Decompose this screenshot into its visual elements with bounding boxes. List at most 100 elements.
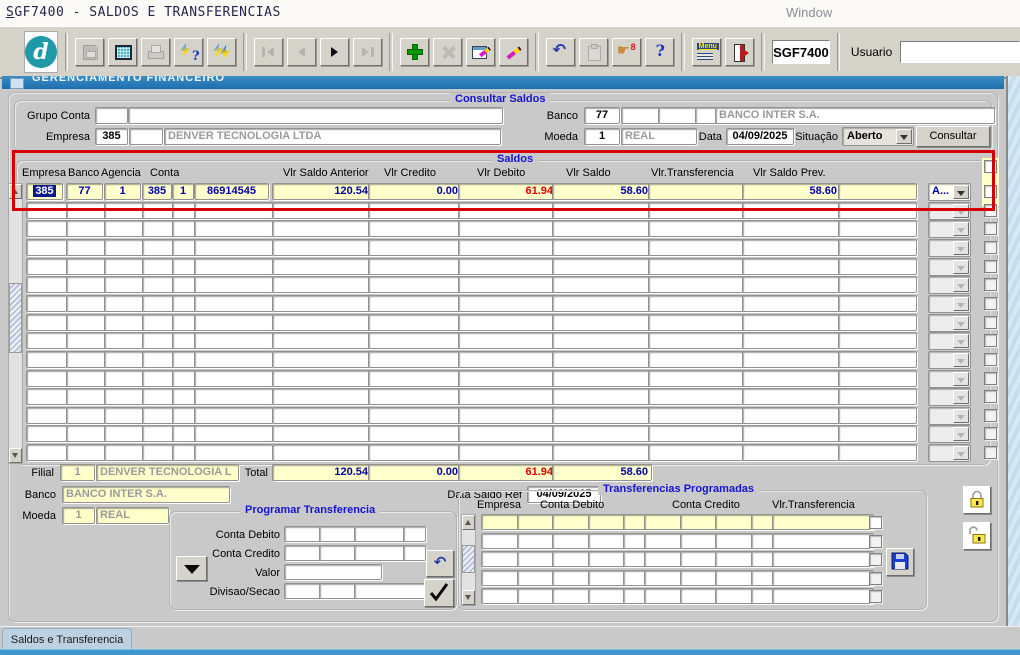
pt-divisao-3[interactable] — [354, 583, 426, 599]
saldos-cell-banco[interactable] — [66, 388, 107, 405]
grupo-conta-code-field[interactable] — [95, 107, 128, 124]
grid-header-checkbox[interactable] — [984, 160, 997, 173]
saldos-cell-empresa[interactable] — [26, 351, 67, 368]
saldos-cell-vlr_credito[interactable] — [368, 202, 462, 219]
saldos-cell-vlr_saldo[interactable]: 58.60 — [552, 183, 652, 200]
chevron-down-icon[interactable] — [953, 353, 969, 367]
saldos-cell-vlr_saldo[interactable] — [552, 351, 652, 368]
pt-conta-credito-1[interactable] — [284, 545, 322, 561]
saldos-cell-banco[interactable] — [66, 220, 107, 237]
tp-cell-conta-debito-2[interactable] — [552, 514, 590, 530]
tp-cell-conta-credito-2[interactable] — [680, 514, 718, 530]
footer-moeda-code-field[interactable]: 1 — [62, 507, 95, 524]
saldos-cell-vlr_debito[interactable] — [458, 314, 557, 331]
saldos-row-checkbox[interactable] — [984, 316, 997, 329]
saldos-cell-vlr_credito[interactable] — [368, 370, 462, 387]
saldos-cell-vlr_saldo[interactable] — [552, 276, 652, 293]
saldos-cell-vlr_saldo_anterior[interactable] — [272, 239, 372, 256]
saldos-cell-conta_banco[interactable] — [142, 314, 176, 331]
saldos-cell-empresa[interactable] — [26, 444, 67, 461]
screen-button[interactable] — [108, 38, 137, 66]
tp-cell-conta-debito-2[interactable] — [552, 533, 590, 549]
saldos-cell-vlr_saldo[interactable] — [552, 295, 652, 312]
saldos-cell-vlr_transferencia[interactable] — [648, 220, 746, 237]
saldos-cell-vlr_saldo_anterior[interactable] — [272, 351, 372, 368]
pt-conta-credito-dv[interactable] — [403, 545, 426, 561]
saldos-cell-extra[interactable] — [838, 258, 917, 275]
tp-cell-vlr-transferencia[interactable] — [772, 551, 874, 567]
saldos-cell-conta_numero[interactable] — [194, 258, 273, 275]
saldos-cell-empresa[interactable] — [26, 276, 67, 293]
saldos-cell-conta_banco[interactable] — [142, 425, 176, 442]
saldos-cell-conta_numero[interactable] — [194, 388, 273, 405]
pt-conta-debito-dv[interactable] — [403, 526, 426, 542]
banco-agencia-field[interactable] — [621, 107, 661, 124]
saldos-cell-vlr_saldo_anterior[interactable] — [272, 276, 372, 293]
saldos-cell-extra[interactable] — [838, 407, 917, 424]
next-record-button[interactable] — [320, 38, 349, 66]
saldos-cell-vlr_saldo[interactable] — [552, 332, 652, 349]
saldos-cell-agencia[interactable] — [104, 407, 145, 424]
saldos-cell-agencia[interactable] — [104, 388, 145, 405]
lock-button[interactable] — [963, 486, 991, 514]
transferencias-scrollbar-thumb[interactable] — [462, 545, 475, 573]
saldos-cell-vlr_debito[interactable] — [458, 258, 557, 275]
chevron-down-icon[interactable] — [953, 334, 969, 348]
saldos-cell-agencia[interactable] — [104, 425, 145, 442]
empresa-code-field[interactable]: 385 — [95, 128, 128, 145]
saldos-cell-vlr_saldo[interactable] — [552, 370, 652, 387]
saldos-cell-empresa[interactable]: 385 — [26, 183, 63, 200]
tp-cell-conta-debito-1[interactable] — [517, 570, 555, 586]
menu-item-window[interactable]: Window — [786, 5, 832, 20]
saldos-cell-conta_numero[interactable]: 86914545 — [194, 183, 269, 200]
saldos-situacao-dropdown[interactable]: A... — [928, 183, 971, 201]
chevron-down-icon[interactable] — [953, 427, 969, 441]
saldos-cell-empresa[interactable] — [26, 220, 67, 237]
saldos-cell-conta_banco[interactable] — [142, 220, 176, 237]
tp-row-checkbox[interactable] — [869, 535, 882, 548]
saldos-cell-conta_numero[interactable] — [194, 220, 273, 237]
saldos-cell-empresa[interactable] — [26, 295, 67, 312]
saldos-row-checkbox[interactable] — [984, 353, 997, 366]
chevron-down-icon[interactable] — [953, 260, 969, 274]
saldos-cell-empresa[interactable] — [26, 407, 67, 424]
saldos-cell-vlr_debito[interactable] — [458, 370, 557, 387]
saldos-cell-vlr_transferencia[interactable] — [648, 295, 746, 312]
saldos-cell-vlr_debito[interactable] — [458, 332, 557, 349]
chevron-down-icon[interactable] — [953, 278, 969, 292]
menu-button[interactable] — [692, 38, 721, 66]
saldos-row-checkbox[interactable] — [984, 241, 997, 254]
save-button[interactable] — [75, 38, 104, 66]
query-record-button[interactable] — [466, 38, 495, 66]
saldos-cell-agencia[interactable] — [104, 314, 145, 331]
saldos-cell-vlr_saldo_prev[interactable]: 58.60 — [742, 183, 841, 200]
chevron-down-icon[interactable] — [953, 409, 969, 423]
expand-transfer-button[interactable] — [176, 556, 207, 581]
saldos-cell-conta_numero[interactable] — [194, 332, 273, 349]
saldos-cell-extra[interactable] — [838, 332, 917, 349]
saldos-cell-conta_banco[interactable] — [142, 258, 176, 275]
saldos-cell-conta_banco[interactable] — [142, 444, 176, 461]
tp-cell-conta-debito-1[interactable] — [517, 533, 555, 549]
saldos-cell-banco[interactable] — [66, 370, 107, 387]
saldos-cell-extra[interactable] — [838, 370, 917, 387]
saldos-cell-extra[interactable] — [838, 276, 917, 293]
saldos-cell-extra[interactable] — [838, 202, 917, 219]
saldos-cell-empresa[interactable] — [26, 239, 67, 256]
saldos-cell-vlr_debito[interactable] — [458, 407, 557, 424]
pt-divisao-1[interactable] — [284, 583, 322, 599]
saldos-cell-vlr_saldo_prev[interactable] — [742, 444, 841, 461]
saldos-cell-vlr_transferencia[interactable] — [648, 183, 746, 200]
saldos-cell-banco[interactable] — [66, 314, 107, 331]
saldos-cell-vlr_saldo[interactable] — [552, 388, 652, 405]
saldos-cell-empresa[interactable] — [26, 258, 67, 275]
pt-conta-debito-3[interactable] — [354, 526, 406, 542]
tp-cell-conta-debito-3[interactable] — [588, 514, 626, 530]
saldos-situacao-dropdown[interactable] — [928, 425, 971, 443]
tp-cell-conta-credito-1[interactable] — [644, 551, 682, 567]
chevron-down-icon[interactable] — [953, 241, 969, 255]
saldos-cell-conta_banco[interactable] — [142, 276, 176, 293]
saldos-cell-banco[interactable] — [66, 351, 107, 368]
saldos-cell-vlr_saldo[interactable] — [552, 444, 652, 461]
saldos-cell-vlr_transferencia[interactable] — [648, 388, 746, 405]
